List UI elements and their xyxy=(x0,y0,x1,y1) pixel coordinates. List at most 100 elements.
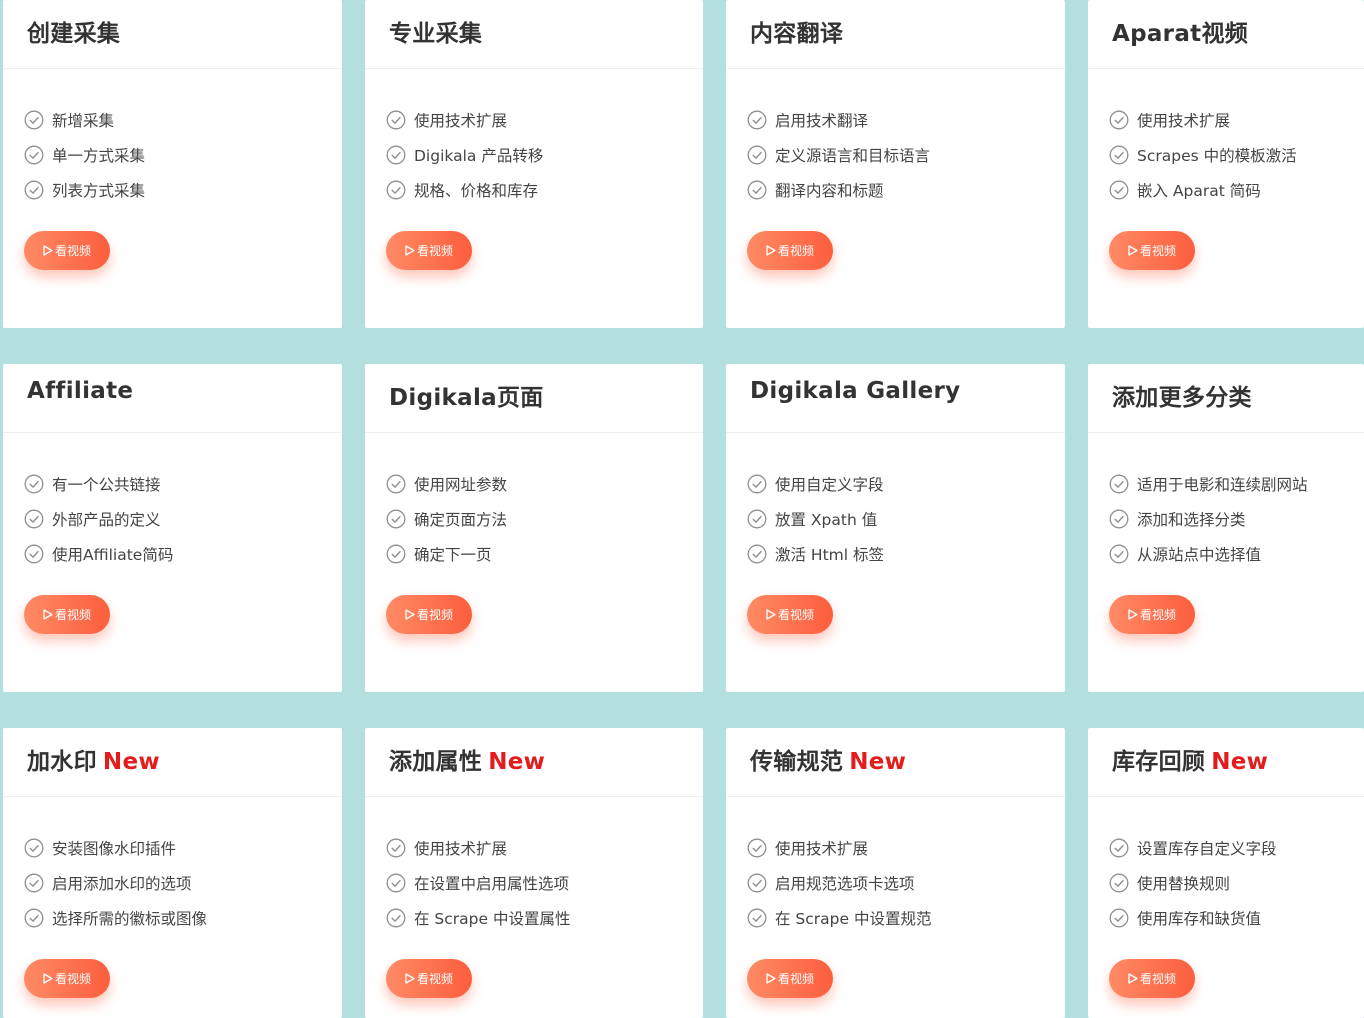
card-header: 库存回顾 New xyxy=(1088,728,1364,797)
card-header: Aparat视频 xyxy=(1088,0,1364,69)
play-icon xyxy=(43,609,53,620)
check-circle-icon xyxy=(24,180,44,199)
check-circle-icon xyxy=(1109,110,1129,129)
check-circle-icon xyxy=(747,110,767,129)
check-circle-icon xyxy=(747,145,767,164)
card-title: 加水印 New xyxy=(27,749,160,775)
card-title: 传输规范 New xyxy=(750,749,907,775)
play-icon xyxy=(766,609,776,620)
check-circle-icon xyxy=(386,474,406,493)
play-icon xyxy=(1128,973,1138,984)
play-icon xyxy=(1128,245,1138,256)
watch-video-label: 看视频 xyxy=(416,608,453,622)
check-circle-icon xyxy=(24,873,44,892)
check-circle-icon xyxy=(747,544,767,563)
watch-video-button[interactable]: 看视频 xyxy=(1109,595,1195,634)
watch-video-label: 看视频 xyxy=(777,244,814,258)
feature-card: 库存回顾 New 设置库存自定义字段 使用替换规则 使用库存和缺货值 看视频 xyxy=(1088,728,1364,1018)
card-title: Aparat视频 xyxy=(1112,21,1249,47)
check-circle-icon xyxy=(1109,908,1129,927)
card-header: 传输规范 New xyxy=(726,728,1065,797)
card-title: 专业采集 xyxy=(389,21,483,47)
feature-list: 新增采集 单一方式采集 列表方式采集 xyxy=(24,102,145,207)
feature-item: Digikala 产品转移 xyxy=(386,137,543,172)
card-header: Digikala页面 xyxy=(365,364,703,433)
feature-card-grid: 创建采集 新增采集 单一方式采集 列表方式采集 看视频 专业采集 使用技术扩展 … xyxy=(0,0,1364,1018)
check-circle-icon xyxy=(1109,474,1129,493)
feature-item: 使用技术扩展 xyxy=(1109,102,1297,137)
card-header: 添加更多分类 xyxy=(1088,364,1364,433)
check-circle-icon xyxy=(747,474,767,493)
check-circle-icon xyxy=(1109,544,1129,563)
new-tag: New xyxy=(102,749,160,775)
play-icon xyxy=(766,245,776,256)
feature-list: 设置库存自定义字段 使用替换规则 使用库存和缺货值 xyxy=(1109,830,1277,935)
card-header: 添加属性 New xyxy=(365,728,703,797)
check-circle-icon xyxy=(747,908,767,927)
feature-item: 使用网址参数 xyxy=(386,466,507,501)
check-circle-icon xyxy=(24,544,44,563)
watch-video-label: 看视频 xyxy=(54,244,91,258)
feature-card: 添加属性 New 使用技术扩展 在设置中启用属性选项 在 Scrape 中设置属性… xyxy=(365,728,703,1018)
feature-item: 激活 Html 标签 xyxy=(747,536,884,571)
card-header: 加水印 New xyxy=(3,728,342,797)
feature-list: 使用网址参数 确定页面方法 确定下一页 xyxy=(386,466,507,571)
watch-video-button[interactable]: 看视频 xyxy=(386,231,472,270)
check-circle-icon xyxy=(1109,509,1129,528)
watch-video-label: 看视频 xyxy=(1139,608,1176,622)
feature-item: 单一方式采集 xyxy=(24,137,145,172)
feature-list: 安装图像水印插件 启用添加水印的选项 选择所需的徽标或图像 xyxy=(24,830,207,935)
watch-video-label: 看视频 xyxy=(1139,244,1176,258)
watch-video-button[interactable]: 看视频 xyxy=(24,959,110,998)
watch-video-button[interactable]: 看视频 xyxy=(747,959,833,998)
watch-video-label: 看视频 xyxy=(416,244,453,258)
card-header: Digikala Gallery xyxy=(726,364,1065,433)
feature-item: 有一个公共链接 xyxy=(24,466,173,501)
feature-item: 使用技术扩展 xyxy=(386,830,570,865)
feature-list: 使用技术扩展 在设置中启用属性选项 在 Scrape 中设置属性 xyxy=(386,830,570,935)
feature-item: 嵌入 Aparat 简码 xyxy=(1109,172,1297,207)
feature-item: 翻译内容和标题 xyxy=(747,172,930,207)
feature-card: Affiliate 有一个公共链接 外部产品的定义 使用Affiliate简码 … xyxy=(3,364,342,692)
play-icon xyxy=(405,609,415,620)
play-icon xyxy=(1128,609,1138,620)
watch-video-button[interactable]: 看视频 xyxy=(24,595,110,634)
new-tag: New xyxy=(488,749,546,775)
card-title: Digikala页面 xyxy=(389,385,544,411)
watch-video-button[interactable]: 看视频 xyxy=(747,231,833,270)
card-title: Digikala Gallery xyxy=(750,378,961,404)
check-circle-icon xyxy=(747,509,767,528)
card-header: 专业采集 xyxy=(365,0,703,69)
watch-video-label: 看视频 xyxy=(54,972,91,986)
feature-item: 启用规范选项卡选项 xyxy=(747,865,931,900)
check-circle-icon xyxy=(1109,145,1129,164)
feature-item: 从源站点中选择值 xyxy=(1109,536,1308,571)
feature-item: 启用添加水印的选项 xyxy=(24,865,207,900)
watch-video-button[interactable]: 看视频 xyxy=(1109,231,1195,270)
feature-item: 使用自定义字段 xyxy=(747,466,884,501)
check-circle-icon xyxy=(1109,838,1129,857)
watch-video-button[interactable]: 看视频 xyxy=(747,595,833,634)
check-circle-icon xyxy=(1109,873,1129,892)
check-circle-icon xyxy=(386,908,406,927)
watch-video-button[interactable]: 看视频 xyxy=(24,231,110,270)
check-circle-icon xyxy=(386,838,406,857)
feature-list: 使用自定义字段 放置 Xpath 值 激活 Html 标签 xyxy=(747,466,884,571)
feature-item: 在 Scrape 中设置属性 xyxy=(386,900,570,935)
card-header: 内容翻译 xyxy=(726,0,1065,69)
feature-card: 传输规范 New 使用技术扩展 启用规范选项卡选项 在 Scrape 中设置规范 … xyxy=(726,728,1065,1018)
play-icon xyxy=(766,973,776,984)
feature-item: 确定页面方法 xyxy=(386,501,507,536)
check-circle-icon xyxy=(24,908,44,927)
watch-video-button[interactable]: 看视频 xyxy=(386,595,472,634)
watch-video-label: 看视频 xyxy=(54,608,91,622)
feature-item: Scrapes 中的模板激活 xyxy=(1109,137,1297,172)
play-icon xyxy=(43,245,53,256)
watch-video-button[interactable]: 看视频 xyxy=(1109,959,1195,998)
card-header: Affiliate xyxy=(3,364,342,433)
watch-video-button[interactable]: 看视频 xyxy=(386,959,472,998)
check-circle-icon xyxy=(24,110,44,129)
feature-item: 选择所需的徽标或图像 xyxy=(24,900,207,935)
new-tag: New xyxy=(849,749,907,775)
card-header: 创建采集 xyxy=(3,0,342,69)
